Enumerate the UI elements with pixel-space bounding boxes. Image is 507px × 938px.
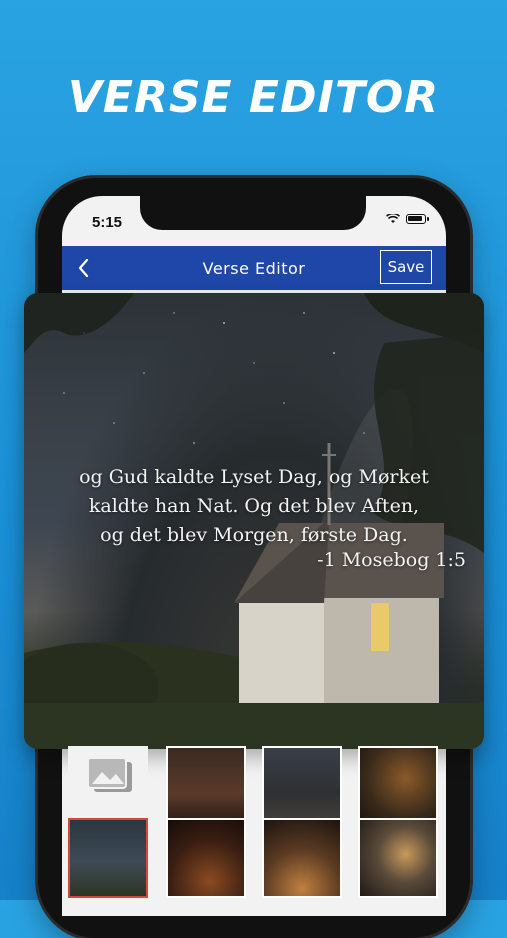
battery-icon xyxy=(406,214,429,224)
verse-reference: -1 Mosebog 1:5 xyxy=(317,549,466,571)
promo-title: VERSE EDITOR xyxy=(67,72,440,123)
bg-thumb-lights[interactable] xyxy=(358,746,438,826)
verse-line: kaldte han Nat. Og det blev Aften, xyxy=(88,495,420,517)
bg-thumb-cross-dark[interactable] xyxy=(358,818,438,898)
status-icons xyxy=(386,214,429,224)
verse-text[interactable]: og Gud kaldte Lyset Dag, og Mørket kaldt… xyxy=(24,463,484,550)
bg-thumb-candles[interactable] xyxy=(166,746,246,826)
verse-preview[interactable]: og Gud kaldte Lyset Dag, og Mørket kaldt… xyxy=(24,293,484,749)
bg-thumb-church[interactable] xyxy=(68,818,148,898)
bg-thumb-road[interactable] xyxy=(262,746,342,826)
verse-line: og Gud kaldte Lyset Dag, og Mørket xyxy=(79,466,429,488)
navbar: Verse Editor Save xyxy=(62,246,446,290)
gallery-picker-button[interactable] xyxy=(68,746,148,826)
bg-thumb-cross-sunset[interactable] xyxy=(262,818,342,898)
background-grid xyxy=(68,746,444,902)
save-button[interactable]: Save xyxy=(380,250,432,284)
wifi-icon xyxy=(386,214,400,223)
phone-notch xyxy=(140,196,366,230)
status-time: 5:15 xyxy=(92,214,123,231)
verse-line: og det blev Morgen, første Dag. xyxy=(100,524,408,546)
gallery-icon xyxy=(87,757,132,792)
bg-thumb-cross-person[interactable] xyxy=(166,818,246,898)
